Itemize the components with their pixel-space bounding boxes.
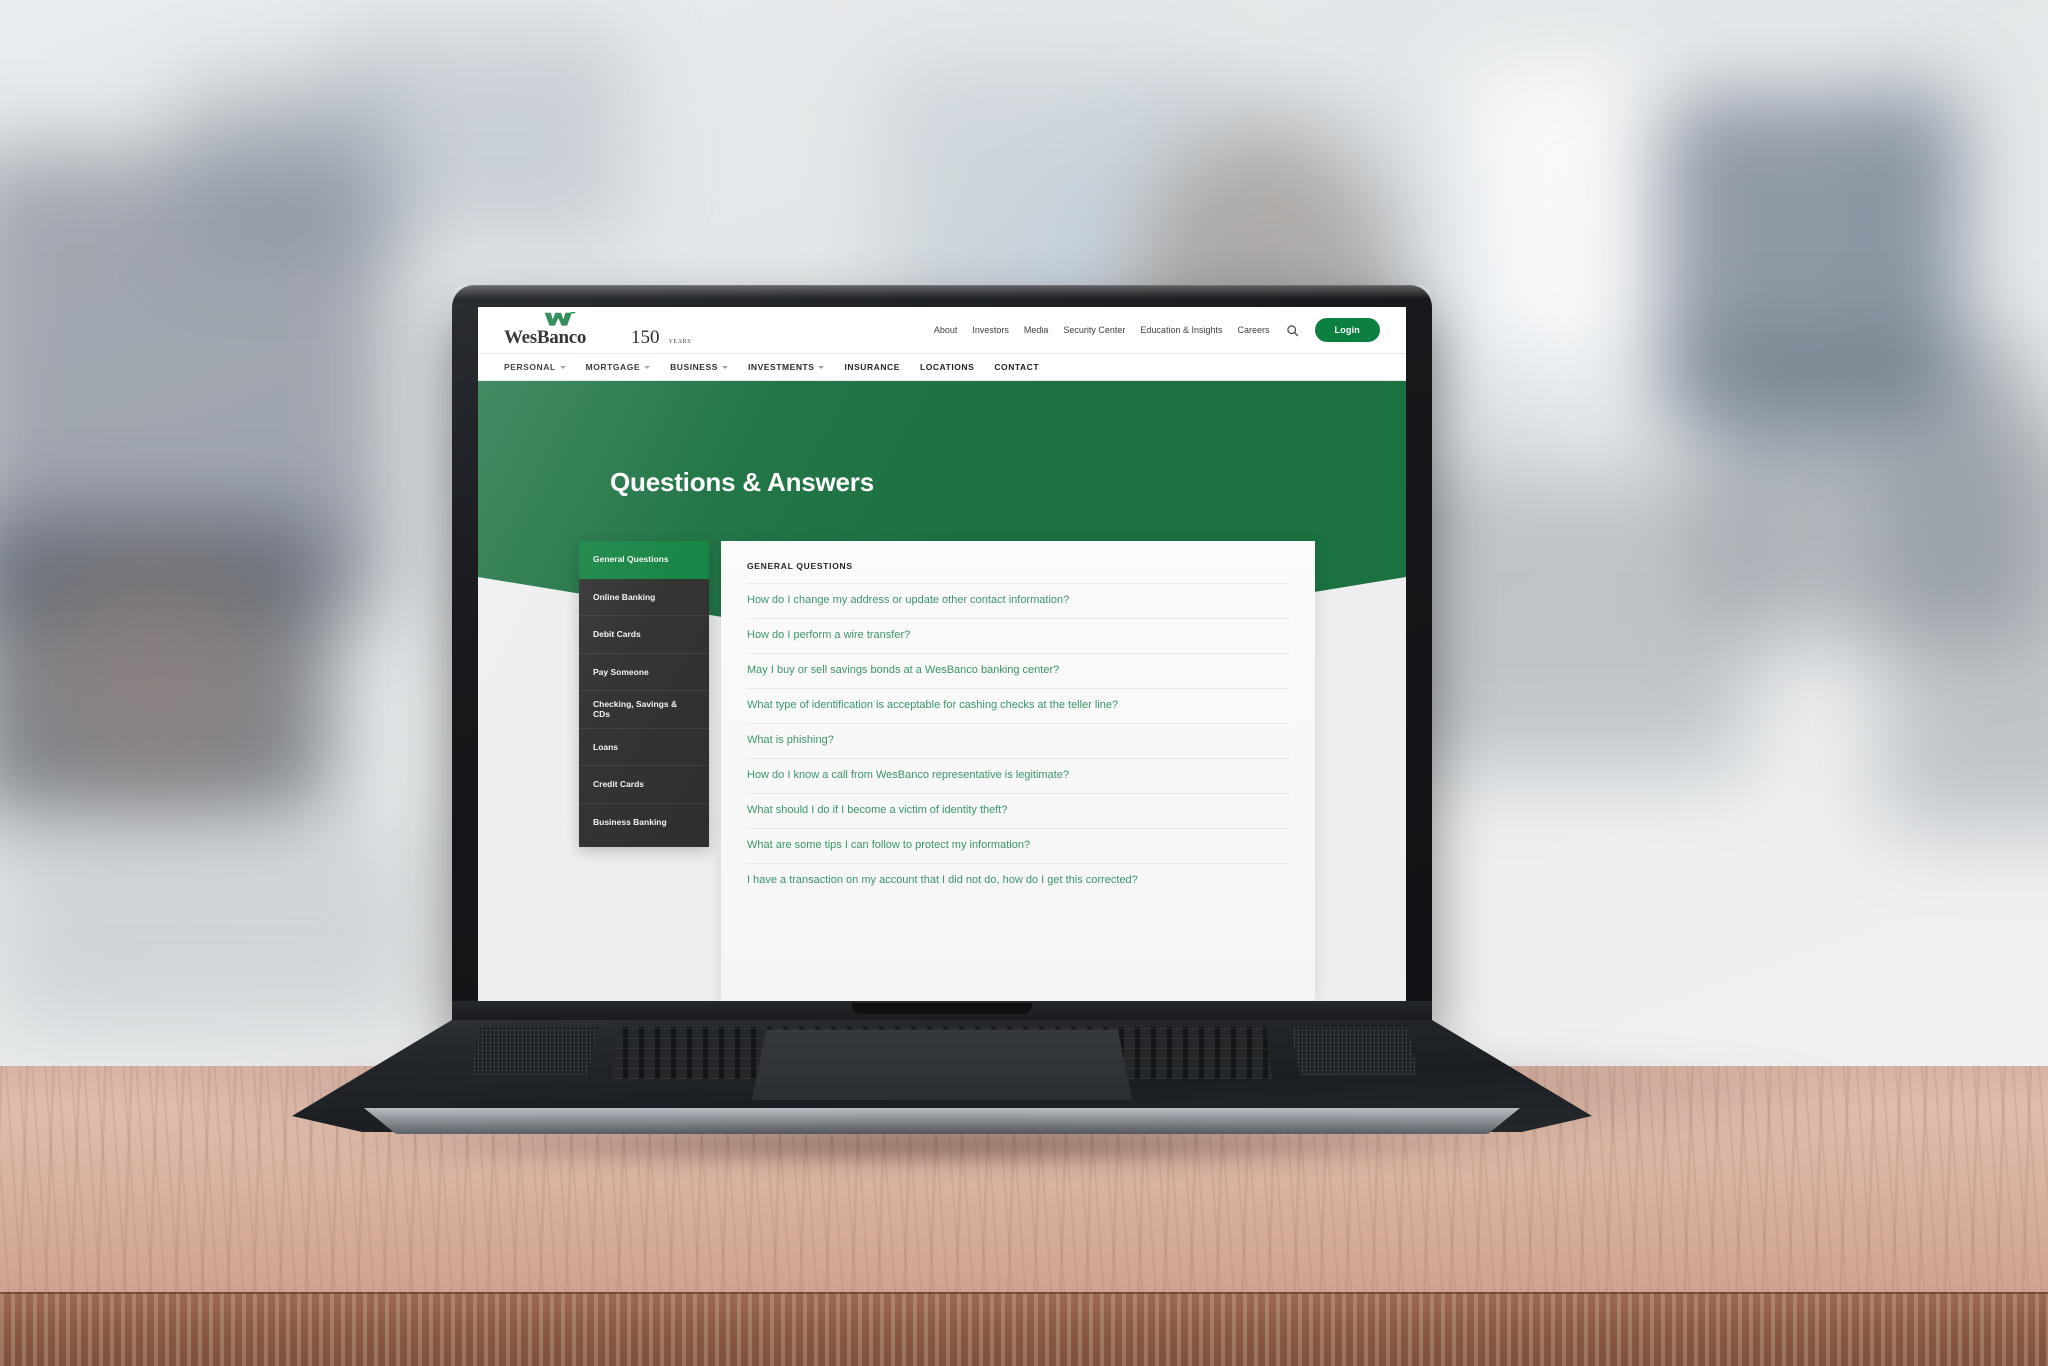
wesbanco-w-chevron-icon bbox=[544, 312, 576, 326]
utility-bar: WesBanco 150 YEARS About Investors Media… bbox=[478, 307, 1406, 353]
sidebar-item-general-questions[interactable]: General Questions bbox=[579, 541, 709, 579]
utility-link-careers[interactable]: Careers bbox=[1237, 325, 1269, 335]
desk-front-edge bbox=[0, 1292, 2048, 1366]
sidebar-item-label: General Questions bbox=[593, 554, 669, 565]
nav-label: INSURANCE bbox=[844, 362, 900, 372]
laptop-trackpad[interactable] bbox=[752, 1030, 1132, 1100]
nav-label: BUSINESS bbox=[670, 362, 718, 372]
nav-label: PERSONAL bbox=[504, 362, 556, 372]
laptop-hinge-notch bbox=[852, 1003, 1032, 1014]
site-logo[interactable]: WesBanco 150 YEARS bbox=[504, 312, 692, 348]
speaker-grille-right bbox=[1290, 1027, 1418, 1075]
nav-item-contact[interactable]: CONTACT bbox=[994, 362, 1039, 372]
wesbanco-wordmark: WesBanco bbox=[504, 327, 587, 348]
sidebar-item-loans[interactable]: Loans bbox=[579, 729, 709, 766]
sidebar-item-label: Debit Cards bbox=[593, 629, 641, 640]
content-heading: GENERAL QUESTIONS bbox=[747, 561, 853, 571]
nav-item-business[interactable]: BUSINESS bbox=[670, 362, 728, 372]
page-title: Questions & Answers bbox=[610, 467, 874, 497]
background-blur-shape bbox=[1880, 430, 2048, 830]
nav-item-mortgage[interactable]: MORTGAGE bbox=[585, 362, 651, 372]
nav-label: MORTGAGE bbox=[585, 362, 641, 372]
faq-question-link[interactable]: What should I do if I become a victim of… bbox=[747, 792, 1289, 828]
sidebar-item-label: Business Banking bbox=[593, 816, 667, 827]
sidebar-item-business-banking[interactable]: Business Banking bbox=[579, 804, 709, 841]
sidebar-item-online-banking[interactable]: Online Banking bbox=[579, 579, 709, 616]
chevron-down-icon bbox=[721, 365, 728, 369]
faq-content: GENERAL QUESTIONS How do I change my add… bbox=[721, 541, 1315, 1001]
background-blur-shape bbox=[180, 80, 380, 260]
utility-link-education-insights[interactable]: Education & Insights bbox=[1140, 325, 1222, 335]
utility-link-media[interactable]: Media bbox=[1024, 325, 1049, 335]
faq-question-link[interactable]: May I buy or sell savings bonds at a Wes… bbox=[747, 652, 1289, 688]
sidebar-item-label: Online Banking bbox=[593, 591, 656, 602]
faq-panel: General Questions Online Banking Debit C… bbox=[579, 541, 1315, 1001]
nav-item-locations[interactable]: LOCATIONS bbox=[920, 362, 974, 372]
nav-item-personal[interactable]: PERSONAL bbox=[504, 362, 566, 372]
chevron-down-icon bbox=[559, 365, 566, 369]
sidebar-item-pay-someone[interactable]: Pay Someone bbox=[579, 654, 709, 691]
wesbanco-logo-mark: WesBanco bbox=[504, 312, 624, 348]
chevron-down-icon bbox=[818, 365, 825, 369]
faq-question-link[interactable]: What is phishing? bbox=[747, 722, 1289, 758]
laptop-contact-shadow bbox=[352, 1125, 1532, 1167]
nav-label: INVESTMENTS bbox=[747, 362, 815, 372]
faq-question-link[interactable]: I have a transaction on my account that … bbox=[747, 862, 1289, 898]
utility-links: About Investors Media Security Center Ed… bbox=[934, 318, 1380, 342]
laptop-lid-highlight bbox=[452, 285, 1432, 299]
utility-link-about[interactable]: About bbox=[934, 325, 958, 335]
laptop: WesBanco 150 YEARS About Investors Media… bbox=[292, 285, 1592, 1167]
sidebar-item-label: Credit Cards bbox=[593, 779, 645, 790]
main-navigation: PERSONAL MORTGAGE BUSINESS INVESTMENTS I… bbox=[478, 353, 1406, 381]
chevron-down-icon bbox=[644, 365, 651, 369]
nav-item-insurance[interactable]: INSURANCE bbox=[844, 362, 899, 372]
hero-section: Questions & Answers General Questions On… bbox=[478, 381, 1406, 1001]
faq-category-sidebar: General Questions Online Banking Debit C… bbox=[579, 541, 709, 847]
anniversary-unit: YEARS bbox=[668, 339, 692, 345]
speaker-grille-left bbox=[470, 1027, 598, 1075]
sidebar-item-credit-cards[interactable]: Credit Cards bbox=[579, 766, 709, 804]
login-button[interactable]: Login bbox=[1314, 318, 1380, 342]
nav-label: LOCATIONS bbox=[919, 362, 975, 372]
utility-link-security-center[interactable]: Security Center bbox=[1063, 325, 1125, 335]
faq-question-link[interactable]: What type of identification is acceptabl… bbox=[747, 687, 1289, 723]
background-blur-shape bbox=[40, 560, 270, 790]
anniversary-number: 150 bbox=[631, 327, 660, 348]
faq-question-link[interactable]: How do I perform a wire transfer? bbox=[747, 617, 1289, 653]
laptop-screen: WesBanco 150 YEARS About Investors Media… bbox=[478, 307, 1406, 1001]
utility-link-investors[interactable]: Investors bbox=[972, 325, 1009, 335]
faq-question-link[interactable]: How do I change my address or update oth… bbox=[747, 583, 1289, 618]
sidebar-item-debit-cards[interactable]: Debit Cards bbox=[579, 616, 709, 654]
sidebar-item-label: Pay Someone bbox=[593, 666, 649, 677]
faq-question-link[interactable]: What are some tips I can follow to prote… bbox=[747, 827, 1289, 863]
faq-question-link[interactable]: How do I know a call from WesBanco repre… bbox=[747, 757, 1289, 793]
nav-label: CONTACT bbox=[994, 362, 1040, 372]
nav-item-investments[interactable]: INVESTMENTS bbox=[748, 362, 825, 372]
sidebar-item-label: Checking, Savings & CDs bbox=[593, 699, 678, 720]
sidebar-item-checking-savings-cds[interactable]: Checking, Savings & CDs bbox=[579, 691, 709, 729]
sidebar-item-label: Loans bbox=[593, 741, 619, 752]
search-icon[interactable] bbox=[1285, 323, 1300, 338]
wesbanco-website: WesBanco 150 YEARS About Investors Media… bbox=[478, 307, 1406, 1001]
